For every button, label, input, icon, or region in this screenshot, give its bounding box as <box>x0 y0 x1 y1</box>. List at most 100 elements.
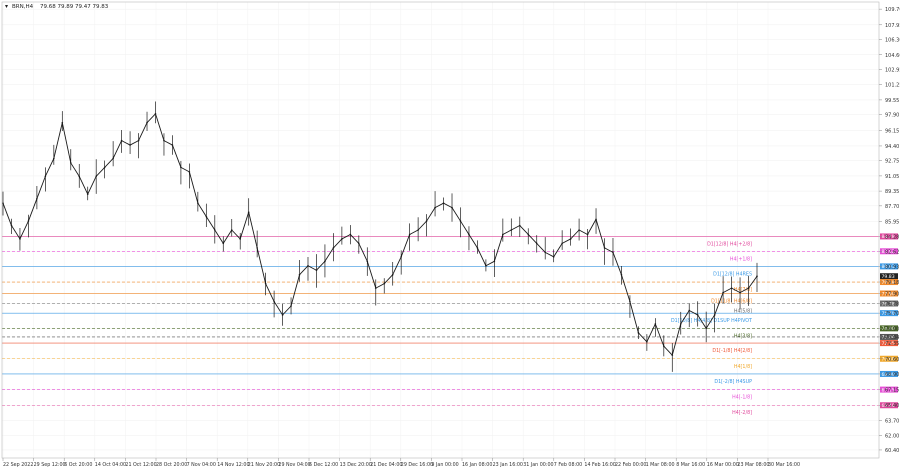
price-chart[interactable]: D1[12/8] H4[+2/8] H4[+1/8] D1[12/8] H4RES H… <box>0 0 900 468</box>
price-segment <box>434 202 444 209</box>
y-tick-label: 102.95 <box>885 68 900 74</box>
level-label: H4[+1/8] <box>730 256 752 262</box>
price-segment <box>350 234 360 244</box>
price-segment <box>163 140 173 146</box>
x-tick-label: 7 Feb 08:00 <box>554 462 582 468</box>
y-tick-label: 99.55 <box>885 98 899 104</box>
level-label: H4[7/8] <box>734 287 752 293</box>
y-tick-label: 79.18 <box>885 280 899 286</box>
y-tick-label: 84.28 <box>885 234 899 240</box>
y-tick-label: 91.05 <box>885 174 899 180</box>
price-segment <box>519 225 529 235</box>
price-segment <box>248 212 258 248</box>
x-tick-label: 28 Oct 20:00 <box>156 462 187 468</box>
price-segment <box>112 140 123 159</box>
axes: 109.70 107.95 106.30 104.60 102.95 101.25 99.5… <box>1 1 900 468</box>
price-segment <box>604 247 614 253</box>
price-segment <box>172 144 182 168</box>
y-tick-label: 62.00 <box>885 434 899 440</box>
price-segment <box>155 113 165 141</box>
dropdown-arrow-icon[interactable]: ▾ <box>5 3 8 10</box>
price-segment <box>366 261 377 289</box>
y-tick-label: 104.60 <box>885 53 900 59</box>
x-tick-label: 6 Dec 12:00 <box>309 462 338 468</box>
chart-header: ▾ BRN,H4 79.68 79.89 79.47 79.83 <box>5 3 109 10</box>
price-segment <box>502 229 512 235</box>
x-tick-label: 14 Feb 16:00 <box>584 462 615 468</box>
price-segment <box>612 252 622 275</box>
price-segment <box>511 225 520 231</box>
y-tick-label: 107.95 <box>885 23 900 29</box>
y-tick-label: 87.70 <box>885 204 899 210</box>
price-segment <box>104 158 114 168</box>
price-segment <box>146 113 156 124</box>
y-tick-label: 80.93 <box>885 264 899 270</box>
price-segment <box>95 167 105 177</box>
price-segment <box>282 305 292 316</box>
y-tick-label: 97.90 <box>885 113 899 119</box>
level-label: H4[-1/8] <box>732 395 752 401</box>
price-segment <box>205 216 216 231</box>
y-tick-label: 85.95 <box>885 220 899 226</box>
y-tick-label: 106.30 <box>885 38 900 44</box>
y-tick-label: 70.60 <box>885 357 899 363</box>
price-segment <box>256 247 267 284</box>
price-segment <box>11 225 21 240</box>
price-segment <box>61 122 72 164</box>
x-tick-label: 23 Mar 08:00 <box>737 462 769 468</box>
level-label: H4[-2/8] <box>732 410 752 416</box>
price-segment <box>578 229 588 235</box>
y-tick-label: 92.75 <box>885 159 899 165</box>
price-segment <box>2 203 12 226</box>
level-label: D1[12/8] H4RES <box>713 271 752 277</box>
price-segment <box>443 202 453 209</box>
chart-window[interactable]: D1[12/8] H4[+2/8] H4[+1/8] D1[12/8] H4RES H… <box>0 0 900 468</box>
y-tick-label: 74.00 <box>885 326 899 332</box>
price-segment <box>36 176 46 199</box>
y-tick-label: 101.25 <box>885 83 900 89</box>
price-segment <box>358 243 368 262</box>
y-tick-label: 67.15 <box>885 388 899 394</box>
x-tick-label: 31 Jan 00:00 <box>523 462 553 468</box>
price-segment <box>265 283 275 302</box>
y-tick-label: 82.62 <box>885 249 899 255</box>
x-tick-label: 1 Mar 08:00 <box>646 462 675 468</box>
price-point <box>756 275 758 278</box>
price-segment <box>646 323 656 342</box>
price-segment <box>316 260 326 271</box>
symbol-label: BRN,H4 <box>12 4 34 10</box>
price-segment <box>324 247 334 262</box>
price-segment <box>527 234 538 244</box>
y-tick-label: 68.90 <box>885 372 899 378</box>
x-tick-label: 29 Nov 04:00 <box>278 462 310 468</box>
x-tick-label: 21 Dec 04:00 <box>370 462 402 468</box>
level-label: D1[-2/8] H4SUP <box>714 379 752 385</box>
x-tick-label: 13 Dec 20:00 <box>340 462 372 468</box>
x-tick-label: 7 Nov 04:00 <box>187 462 216 468</box>
price-segment <box>375 283 385 289</box>
price-segment <box>188 171 199 204</box>
price-segment <box>663 345 673 356</box>
x-tick-label: 21 Nov 20:00 <box>248 462 280 468</box>
x-tick-label: 16 Jan 08:00 <box>462 462 492 468</box>
y-tick-label: 60.40 <box>885 448 899 454</box>
y-tick-label: 89.35 <box>885 189 899 195</box>
price-segment <box>70 162 80 177</box>
price-segment <box>400 234 411 257</box>
price-segment <box>53 122 63 159</box>
y-tick-label: 65.40 <box>885 403 899 409</box>
price-segment <box>561 238 571 244</box>
price-segment <box>78 176 89 195</box>
price-segment <box>180 167 190 173</box>
pivot-levels: D1[12/8] H4[+2/8] H4[+1/8] D1[12/8] H4RES H… <box>2 236 879 416</box>
y-tick-label: 72.35 <box>885 341 899 347</box>
x-tick-label: 8 Mar 16:00 <box>676 462 705 468</box>
x-tick-label: 6 Oct 20:00 <box>64 462 92 468</box>
price-segment <box>129 140 139 146</box>
price-segment <box>239 211 250 240</box>
price-segment <box>44 158 55 177</box>
level-label: H4[1/8] <box>734 364 752 370</box>
price-segment <box>138 122 148 141</box>
y-tick-label: 73.04 <box>885 335 899 341</box>
price-segment <box>409 229 419 235</box>
